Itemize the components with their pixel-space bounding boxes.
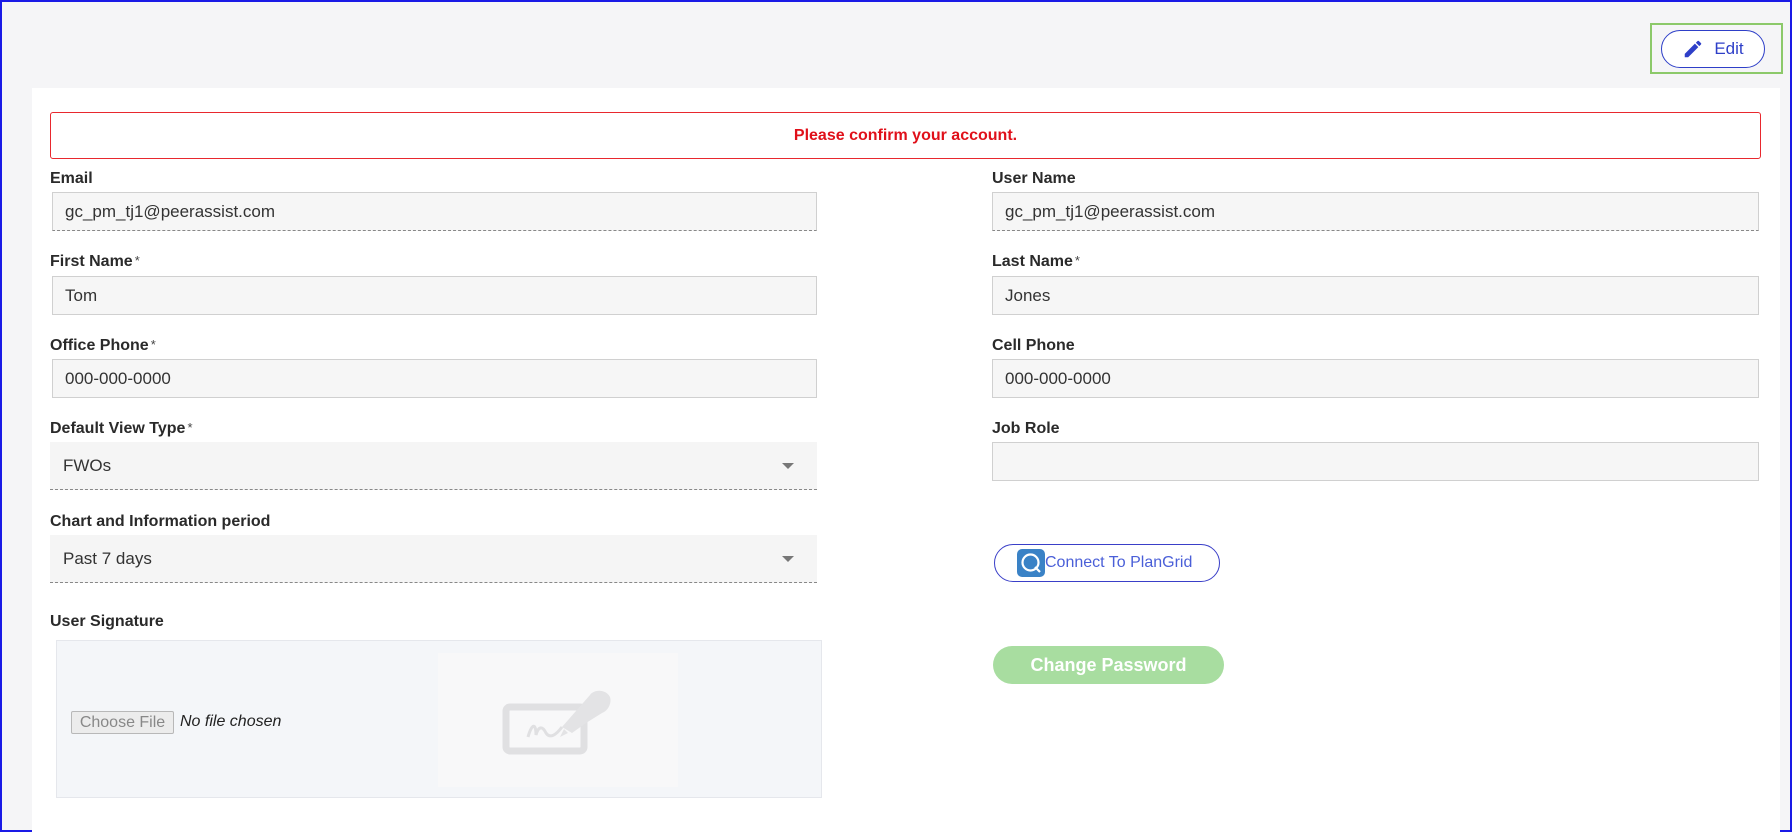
first-name-field[interactable]: Tom xyxy=(52,276,817,315)
office-phone-label: Office Phone * xyxy=(50,337,156,354)
connect-plangrid-button[interactable]: Connect To PlanGrid xyxy=(994,544,1220,582)
confirm-account-alert: Please confirm your account. xyxy=(50,112,1761,159)
default-view-type-select[interactable]: FWOs xyxy=(50,442,817,490)
office-phone-field[interactable]: 000-000-0000 xyxy=(52,359,817,398)
email-label: Email xyxy=(50,170,93,187)
caret-down-icon xyxy=(782,555,794,562)
chart-period-label: Chart and Information period xyxy=(50,513,271,530)
job-role-field[interactable] xyxy=(992,442,1759,481)
edit-button[interactable]: Edit xyxy=(1661,30,1765,68)
first-name-label: First Name * xyxy=(50,253,140,270)
change-password-label: Change Password xyxy=(1030,654,1187,675)
chart-period-select[interactable]: Past 7 days xyxy=(50,535,817,583)
edit-highlight: Edit xyxy=(1650,23,1783,74)
user-signature-box: Choose File No file chosen xyxy=(56,640,822,798)
cell-phone-field[interactable]: 000-000-0000 xyxy=(992,359,1759,398)
user-name-label: User Name xyxy=(992,170,1076,187)
user-signature-label: User Signature xyxy=(50,613,164,630)
profile-card: Please confirm your account. Email gc_pm… xyxy=(32,88,1780,834)
pencil-icon xyxy=(1685,40,1702,58)
alert-message: Please confirm your account. xyxy=(793,126,1018,144)
default-view-type-label: Default View Type * xyxy=(50,420,193,437)
last-name-field[interactable]: Jones xyxy=(992,276,1759,315)
plangrid-logo-icon xyxy=(1017,549,1045,577)
file-status-text: No file chosen xyxy=(180,713,282,730)
profile-frame: Edit Please confirm your account. Email … xyxy=(0,0,1792,834)
email-field[interactable]: gc_pm_tj1@peerassist.com xyxy=(52,192,817,231)
last-name-label: Last Name * xyxy=(992,253,1080,270)
signature-preview xyxy=(438,653,678,787)
signature-pad-icon xyxy=(502,690,611,755)
cell-phone-label: Cell Phone xyxy=(992,337,1075,354)
plangrid-label: Connect To PlanGrid xyxy=(1045,554,1193,571)
change-password-button[interactable]: Change Password xyxy=(993,646,1224,684)
caret-down-icon xyxy=(782,462,794,469)
edit-button-label: Edit xyxy=(1714,39,1744,58)
job-role-label: Job Role xyxy=(992,420,1060,437)
user-name-field[interactable]: gc_pm_tj1@peerassist.com xyxy=(992,192,1759,231)
choose-file-button[interactable]: Choose File xyxy=(71,711,174,734)
